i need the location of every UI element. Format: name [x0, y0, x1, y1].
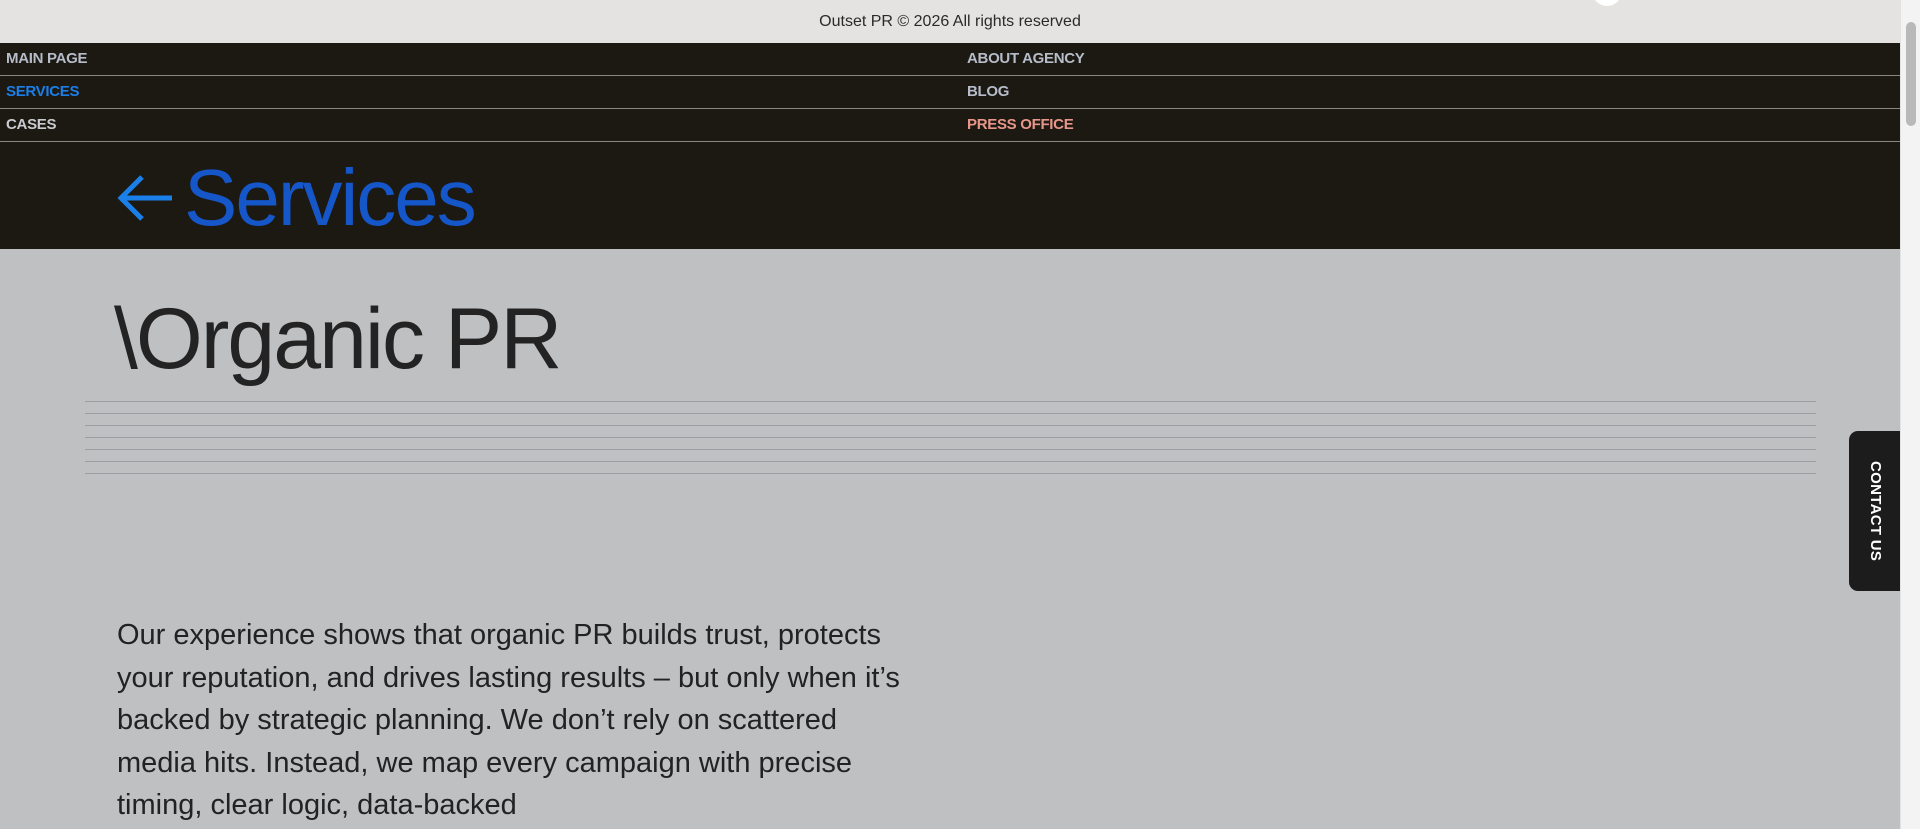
divider-line: [85, 401, 1816, 402]
nav-row: MAIN PAGE ABOUT AGENCY: [0, 43, 1900, 76]
page-title: \Organic PR: [114, 291, 562, 387]
cursor-indicator: [1592, 0, 1622, 6]
page: Outset PR © 2026 All rights reserved MAI…: [0, 0, 1900, 829]
nav-item-press-office[interactable]: PRESS OFFICE: [967, 109, 1074, 141]
scrollbar-thumb[interactable]: [1906, 22, 1916, 126]
contact-us-button[interactable]: CONTACT US: [1849, 431, 1900, 591]
main-navigation: MAIN PAGE ABOUT AGENCY SERVICES BLOG CAS…: [0, 43, 1900, 249]
intro-paragraph: Our experience shows that organic PR bui…: [117, 619, 900, 821]
nav-item-blog[interactable]: BLOG: [967, 76, 1009, 108]
nav-item-cases[interactable]: CASES: [6, 109, 56, 141]
vertical-scrollbar[interactable]: [1900, 0, 1920, 829]
divider-line: [85, 449, 1816, 450]
nav-row: SERVICES BLOG: [0, 76, 1900, 109]
contact-us-label: CONTACT US: [1867, 460, 1884, 562]
divider-line: [85, 413, 1816, 414]
back-link-label: Services: [184, 153, 477, 242]
nav-item-services[interactable]: SERVICES: [6, 76, 79, 108]
back-to-services-link[interactable]: Services: [116, 153, 477, 243]
divider-line: [85, 461, 1816, 462]
divider-line: [85, 473, 1816, 474]
divider-line: [85, 437, 1816, 438]
copyright-text: Outset PR © 2026 All rights reserved: [819, 12, 1081, 30]
nav-item-about-agency[interactable]: ABOUT AGENCY: [967, 43, 1085, 75]
divider-line: [85, 425, 1816, 426]
nav-item-main-page[interactable]: MAIN PAGE: [6, 43, 88, 75]
arrow-left-icon: [117, 175, 172, 221]
nav-row: CASES PRESS OFFICE: [0, 109, 1900, 142]
copyright-bar: Outset PR © 2026 All rights reserved: [0, 0, 1900, 43]
